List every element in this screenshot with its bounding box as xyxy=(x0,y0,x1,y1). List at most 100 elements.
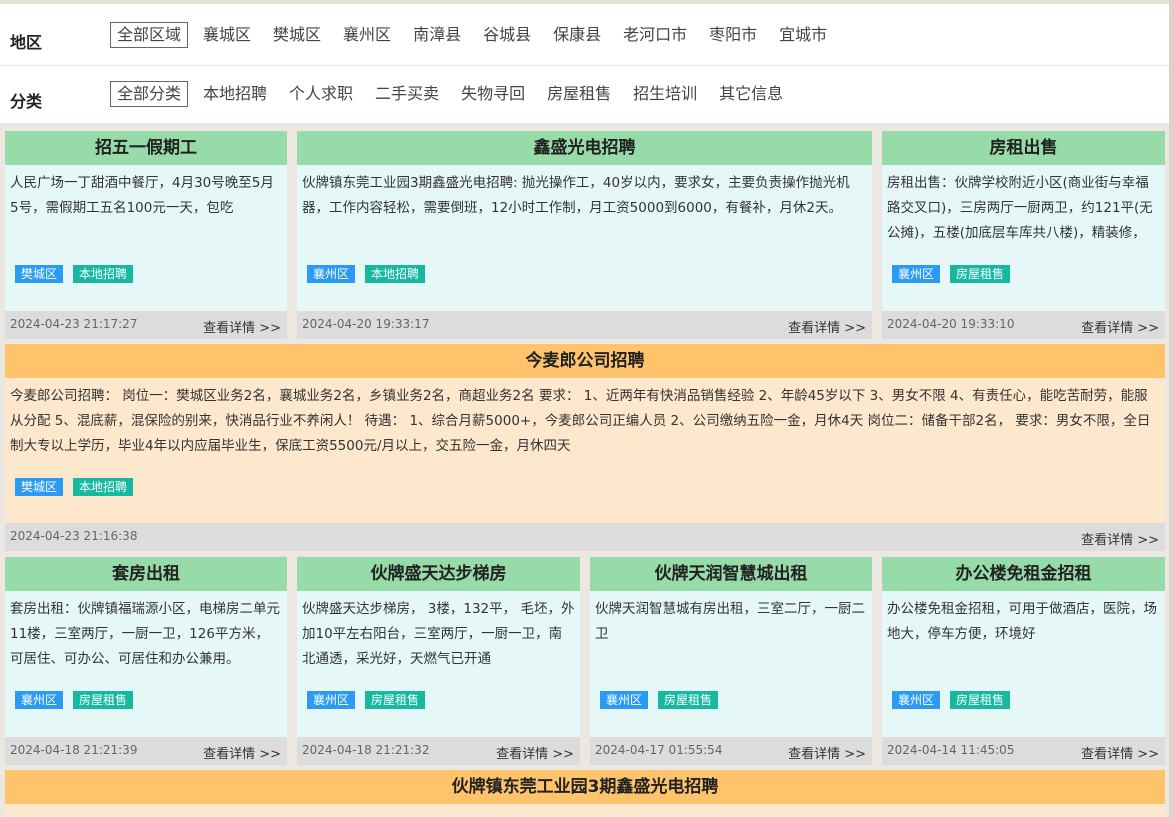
listing-footer: 2024-04-20 19:33:10 查看详情 >> xyxy=(882,311,1165,339)
listing-text: 伙牌镇东莞工业园3期鑫盛光电招聘: 抛光操作工，40岁以内，要求女，主要负责操作… xyxy=(302,175,850,216)
listing-text: 人民广场一丁甜酒中餐厅，4月30号晚至5月5号，需假期工五名100元一天，包吃 xyxy=(10,175,274,216)
region-option[interactable]: 南漳县 xyxy=(406,22,468,48)
location-tag[interactable]: 襄州区 xyxy=(892,691,941,709)
location-tag[interactable]: 樊城区 xyxy=(15,478,64,496)
region-option[interactable]: 襄州区 xyxy=(336,22,398,48)
view-details-link[interactable]: 查看详情 >> xyxy=(203,743,281,762)
listing-card[interactable]: 招五一假期工 人民广场一丁甜酒中餐厅，4月30号晚至5月5号，需假期工五名100… xyxy=(5,131,287,339)
listing-footer: 2024-04-20 19:33:17 查看详情 >> xyxy=(297,311,872,339)
listing-text: 房租出售：伙牌学校附近小区(商业街与幸福路交叉口)，三房两厅一厨两卫，约121平… xyxy=(887,175,1153,241)
listing-footer: 2024-04-23 21:16:38 查看详情 >> xyxy=(5,523,1165,551)
listing-timestamp: 2024-04-23 21:17:27 xyxy=(10,317,138,331)
view-details-link[interactable]: 查看详情 >> xyxy=(788,317,866,336)
view-details-link[interactable]: 查看详情 >> xyxy=(203,317,281,336)
listing-title[interactable]: 鑫盛光电招聘 xyxy=(297,131,872,165)
category-tag[interactable]: 本地招聘 xyxy=(73,478,134,496)
location-tag[interactable]: 襄州区 xyxy=(307,691,356,709)
region-option[interactable]: 枣阳市 xyxy=(702,22,764,48)
listing-title[interactable]: 房租出售 xyxy=(882,131,1165,165)
category-option[interactable]: 其它信息 xyxy=(712,81,790,107)
listing-card[interactable]: 办公楼免租金招租 办公楼免租金招租，可用于做酒店，医院，场地大，停车方便，环境好… xyxy=(882,557,1165,765)
listing-title[interactable]: 办公楼免租金招租 xyxy=(882,557,1165,591)
category-option[interactable]: 二手买卖 xyxy=(368,81,446,107)
listing-tags: 樊城区 本地招聘 xyxy=(15,478,143,496)
listing-timestamp: 2024-04-17 01:55:54 xyxy=(595,743,723,757)
view-details-link[interactable]: 查看详情 >> xyxy=(496,743,574,762)
listing-text: 伙牌盛天达步梯房， 3楼，132平， 毛坯，外加10平左右阳台，三室两厅，一厨一… xyxy=(302,601,575,667)
listing-footer: 2024-04-23 21:17:27 查看详情 >> xyxy=(5,311,287,339)
category-tag[interactable]: 本地招聘 xyxy=(73,265,134,283)
listing-title[interactable]: 套房出租 xyxy=(5,557,287,591)
page-scrollbar[interactable] xyxy=(1169,0,1173,817)
listing-timestamp: 2024-04-20 19:33:17 xyxy=(302,317,430,331)
region-option[interactable]: 谷城县 xyxy=(476,22,538,48)
category-option[interactable]: 失物寻回 xyxy=(454,81,532,107)
category-tag[interactable]: 房屋租售 xyxy=(950,691,1011,709)
category-options: 全部分类 本地招聘 个人求职 二手买卖 失物寻回 房屋租售 招生培训 其它信息 xyxy=(110,81,798,107)
listing-card[interactable]: 伙牌盛天达步梯房 伙牌盛天达步梯房， 3楼，132平， 毛坯，外加10平左右阳台… xyxy=(297,557,580,765)
listing-timestamp: 2024-04-18 21:21:32 xyxy=(302,743,430,757)
category-tag[interactable]: 本地招聘 xyxy=(365,265,426,283)
location-tag[interactable]: 襄州区 xyxy=(600,691,649,709)
listing-tags: 襄州区 房屋租售 xyxy=(600,691,728,709)
region-label: 地区 xyxy=(10,33,43,52)
listing-tags: 襄州区 房屋租售 xyxy=(892,691,1020,709)
view-details-link[interactable]: 查看详情 >> xyxy=(1081,743,1159,762)
listing-card-featured[interactable]: 今麦郎公司招聘 今麦郎公司招聘： 岗位一：樊城区业务2名，襄城业务2名，乡镇业务… xyxy=(5,344,1165,551)
category-label: 分类 xyxy=(10,92,43,111)
location-tag[interactable]: 襄州区 xyxy=(15,691,64,709)
category-tag[interactable]: 房屋租售 xyxy=(365,691,426,709)
listing-card[interactable]: 伙牌天润智慧城出租 伙牌天润智慧城有房出租，三室二厅，一厨二卫 襄州区 房屋租售… xyxy=(590,557,872,765)
location-tag[interactable]: 襄州区 xyxy=(892,265,941,283)
category-option[interactable]: 本地招聘 xyxy=(196,81,274,107)
listing-text: 办公楼免租金招租，可用于做酒店，医院，场地大，停车方便，环境好 xyxy=(887,601,1157,642)
listing-text: 今麦郎公司招聘： 岗位一：樊城区业务2名，襄城业务2名，乡镇业务2名，商超业务2… xyxy=(10,388,1151,454)
listing-title[interactable]: 招五一假期工 xyxy=(5,131,287,165)
listing-tags: 樊城区 本地招聘 xyxy=(15,265,143,283)
region-option[interactable]: 襄城区 xyxy=(196,22,258,48)
listing-title[interactable]: 伙牌镇东莞工业园3期鑫盛光电招聘 xyxy=(5,770,1165,804)
listing-card[interactable]: 套房出租 套房出租：伙牌镇福瑞源小区，电梯房二单元11楼，三室两厅，一厨一卫，1… xyxy=(5,557,287,765)
listing-footer: 2024-04-18 21:21:39 查看详情 >> xyxy=(5,737,287,765)
view-details-link[interactable]: 查看详情 >> xyxy=(1081,529,1159,548)
listing-timestamp: 2024-04-20 19:33:10 xyxy=(887,317,1015,331)
listing-footer: 2024-04-17 01:55:54 查看详情 >> xyxy=(590,737,872,765)
listing-title[interactable]: 今麦郎公司招聘 xyxy=(5,344,1165,378)
category-option[interactable]: 个人求职 xyxy=(282,81,360,107)
region-filter-row: 地区 全部区域 襄城区 樊城区 襄州区 南漳县 谷城县 保康县 老河口市 枣阳市… xyxy=(0,7,1169,66)
location-tag[interactable]: 襄州区 xyxy=(307,265,356,283)
listing-card[interactable]: 鑫盛光电招聘 伙牌镇东莞工业园3期鑫盛光电招聘: 抛光操作工，40岁以内，要求女… xyxy=(297,131,872,339)
view-details-link[interactable]: 查看详情 >> xyxy=(788,743,866,762)
region-option[interactable]: 宜城市 xyxy=(772,22,834,48)
filter-panel: 地区 全部区域 襄城区 樊城区 襄州区 南漳县 谷城县 保康县 老河口市 枣阳市… xyxy=(0,0,1169,123)
location-tag[interactable]: 樊城区 xyxy=(15,265,64,283)
listing-timestamp: 2024-04-14 11:45:05 xyxy=(887,743,1015,757)
category-option-all[interactable]: 全部分类 xyxy=(110,81,189,107)
listing-title[interactable]: 伙牌盛天达步梯房 xyxy=(297,557,580,591)
region-option[interactable]: 老河口市 xyxy=(616,22,694,48)
region-options: 全部区域 襄城区 樊城区 襄州区 南漳县 谷城县 保康县 老河口市 枣阳市 宜城… xyxy=(110,22,842,48)
listing-title[interactable]: 伙牌天润智慧城出租 xyxy=(590,557,872,591)
category-option[interactable]: 招生培训 xyxy=(626,81,704,107)
listing-card-featured[interactable]: 伙牌镇东莞工业园3期鑫盛光电招聘 xyxy=(5,770,1165,817)
category-tag[interactable]: 房屋租售 xyxy=(658,691,719,709)
listing-tags: 襄州区 房屋租售 xyxy=(892,265,1020,283)
listing-text: 伙牌天润智慧城有房出租，三室二厅，一厨二卫 xyxy=(595,601,865,642)
listing-timestamp: 2024-04-23 21:16:38 xyxy=(10,529,138,543)
listing-text: 套房出租：伙牌镇福瑞源小区，电梯房二单元11楼，三室两厅，一厨一卫，126平方米… xyxy=(10,601,280,667)
category-filter-row: 分类 全部分类 本地招聘 个人求职 二手买卖 失物寻回 房屋租售 招生培训 其它… xyxy=(0,66,1169,124)
category-option[interactable]: 房屋租售 xyxy=(540,81,618,107)
listing-footer: 2024-04-18 21:21:32 查看详情 >> xyxy=(297,737,580,765)
region-option[interactable]: 樊城区 xyxy=(266,22,328,48)
listing-tags: 襄州区 本地招聘 xyxy=(307,265,435,283)
listing-footer: 2024-04-14 11:45:05 查看详情 >> xyxy=(882,737,1165,765)
listing-tags: 襄州区 房屋租售 xyxy=(307,691,435,709)
listing-card[interactable]: 房租出售 房租出售：伙牌学校附近小区(商业街与幸福路交叉口)，三房两厅一厨两卫，… xyxy=(882,131,1165,339)
region-option[interactable]: 保康县 xyxy=(546,22,608,48)
region-option-all[interactable]: 全部区域 xyxy=(110,22,189,48)
view-details-link[interactable]: 查看详情 >> xyxy=(1081,317,1159,336)
category-tag[interactable]: 房屋租售 xyxy=(950,265,1011,283)
category-tag[interactable]: 房屋租售 xyxy=(73,691,134,709)
listing-tags: 襄州区 房屋租售 xyxy=(15,691,143,709)
listing-timestamp: 2024-04-18 21:21:39 xyxy=(10,743,138,757)
